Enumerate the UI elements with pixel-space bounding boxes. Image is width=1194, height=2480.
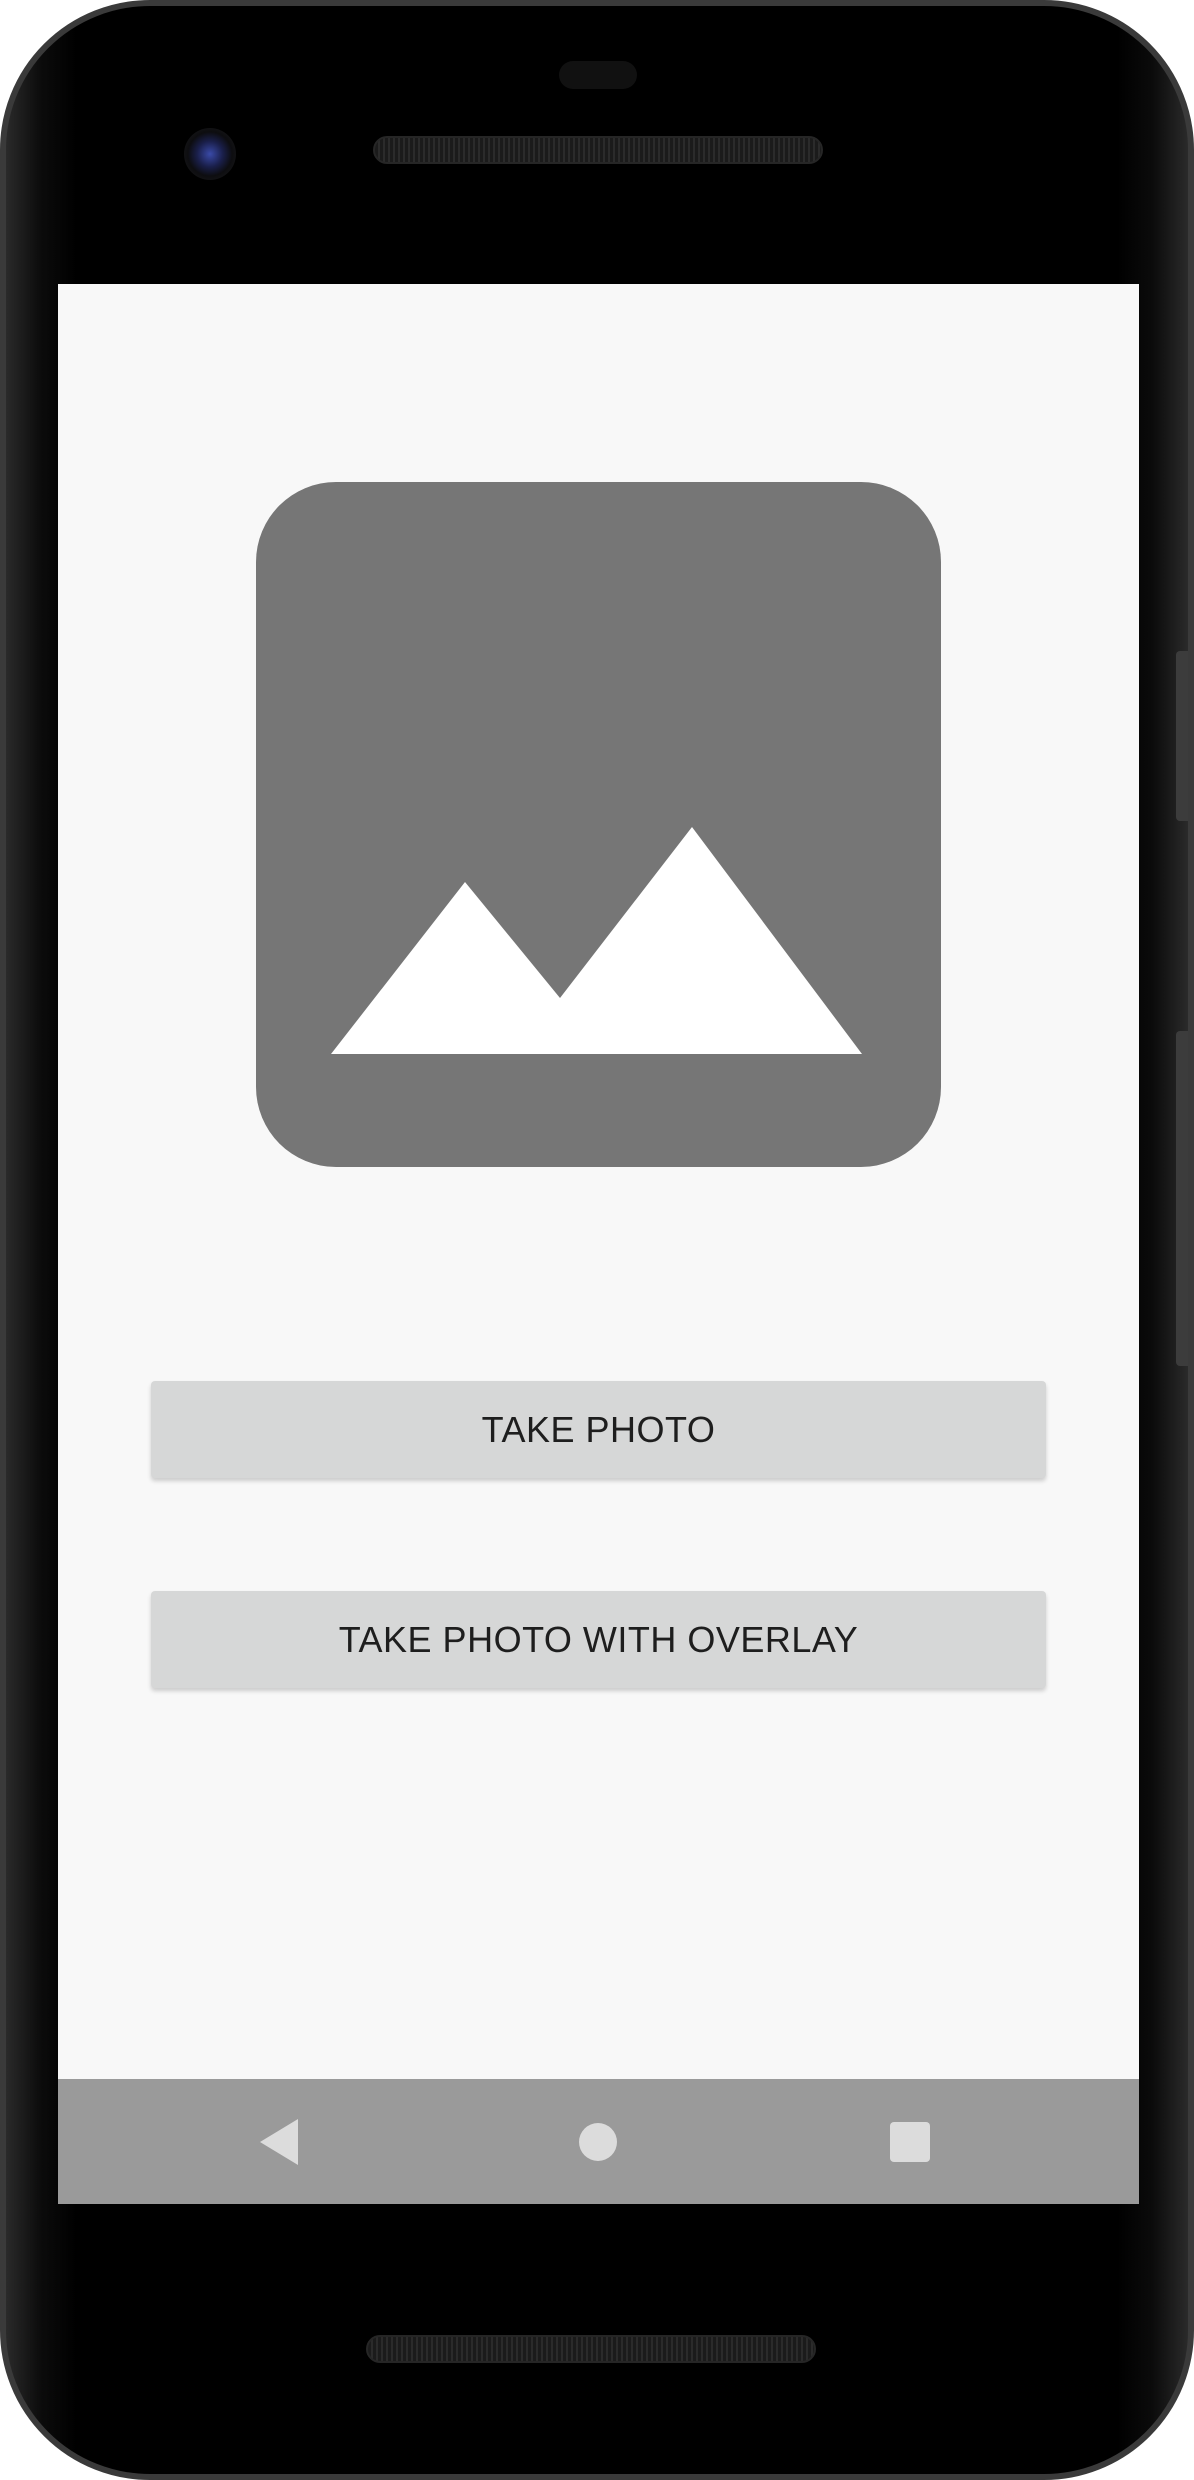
front-camera [184, 128, 236, 180]
home-circle-icon [579, 2122, 617, 2161]
take-photo-button[interactable]: TAKE PHOTO [151, 1381, 1046, 1478]
proximity-sensor [559, 61, 637, 89]
power-button [1176, 651, 1188, 821]
image-placeholder [256, 482, 941, 1167]
top-speaker-grille [373, 136, 823, 164]
phone-frame: TAKE PHOTO TAKE PHOTO WITH OVERLAY [0, 0, 1194, 2480]
nav-home-button[interactable] [528, 2079, 668, 2204]
recents-square-icon [890, 2121, 930, 2162]
device-screen: TAKE PHOTO TAKE PHOTO WITH OVERLAY [58, 284, 1139, 2204]
take-photo-with-overlay-button[interactable]: TAKE PHOTO WITH OVERLAY [151, 1591, 1046, 1688]
app-content: TAKE PHOTO TAKE PHOTO WITH OVERLAY [58, 284, 1139, 2079]
bottom-speaker-grille [366, 2335, 816, 2363]
back-triangle-icon [260, 2118, 298, 2165]
nav-back-button[interactable] [210, 2079, 350, 2204]
nav-recents-button[interactable] [840, 2079, 980, 2204]
image-icon [331, 827, 862, 1054]
volume-rocker [1176, 1031, 1188, 1366]
system-navigation-bar [58, 2079, 1139, 2204]
